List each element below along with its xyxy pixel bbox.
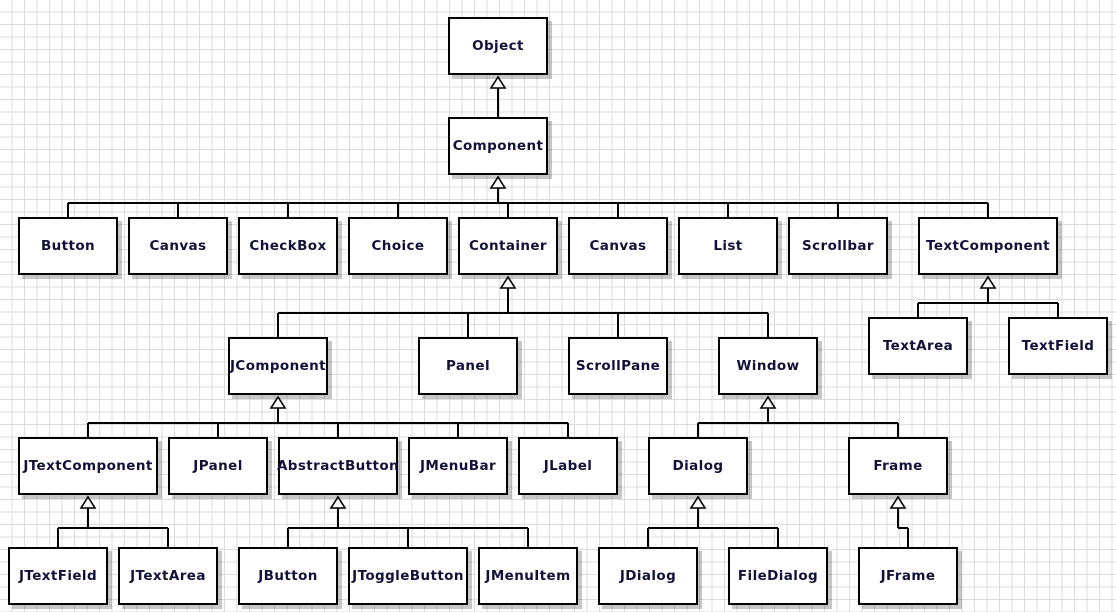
- class-box-label: JLabel: [543, 458, 593, 474]
- generalization-arrow-object: [489, 75, 507, 89]
- class-box-label: Panel: [445, 358, 491, 374]
- class-box-list[interactable]: List: [678, 217, 778, 275]
- class-box-abstractbutton[interactable]: AbstractButton: [276, 437, 400, 495]
- inheritance-edge-layer: [57, 75, 1059, 547]
- class-box-textfield[interactable]: TextField: [1008, 317, 1108, 375]
- generalization-arrow-frame: [889, 495, 907, 509]
- class-box-jtextarea[interactable]: JTextArea: [118, 547, 218, 605]
- class-box-label: JTextComponent: [23, 458, 153, 474]
- class-box-label: JPanel: [193, 458, 243, 474]
- uml-diagram-canvas: Object Component Button Canvas CheckBox Choic…: [0, 0, 1116, 612]
- class-box-button[interactable]: Button: [18, 217, 118, 275]
- generalization-arrow-dialog: [689, 495, 707, 509]
- class-box-label: Window: [736, 358, 800, 374]
- generalization-arrow-window: [759, 395, 777, 409]
- class-box-label: List: [713, 238, 743, 254]
- class-box-jtextcomponent[interactable]: JTextComponent: [18, 437, 158, 495]
- class-box-jtogglebutton[interactable]: JToggleButton: [348, 547, 468, 605]
- class-box-textarea[interactable]: TextArea: [868, 317, 968, 375]
- class-box-label: Object: [472, 38, 524, 54]
- class-box-jmenuitem[interactable]: JMenuItem: [478, 547, 578, 605]
- class-box-label: JDialog: [619, 568, 677, 584]
- class-box-window[interactable]: Window: [718, 337, 818, 395]
- class-box-label: JTextField: [18, 568, 98, 584]
- class-box-jframe[interactable]: JFrame: [858, 547, 958, 605]
- class-box-label: JTextArea: [130, 568, 206, 584]
- class-box-label: JButton: [258, 568, 318, 584]
- class-box-jcomponent[interactable]: JComponent: [228, 337, 328, 395]
- class-box-label: Container: [468, 238, 547, 254]
- generalization-arrow-textcomponent: [979, 275, 997, 289]
- class-box-canvas2[interactable]: Canvas: [568, 217, 668, 275]
- class-box-jtextfield[interactable]: JTextField: [8, 547, 108, 605]
- class-box-scrollpane[interactable]: ScrollPane: [568, 337, 668, 395]
- class-box-jdialog[interactable]: JDialog: [598, 547, 698, 605]
- class-box-label: Canvas: [589, 238, 647, 254]
- class-box-label: JToggleButton: [352, 568, 464, 584]
- class-box-label: AbstractButton: [276, 458, 400, 474]
- class-box-label: Frame: [873, 458, 923, 474]
- class-box-scrollbar[interactable]: Scrollbar: [788, 217, 888, 275]
- class-box-label: FileDialog: [737, 568, 819, 584]
- class-box-jmenubar[interactable]: JMenuBar: [408, 437, 508, 495]
- class-box-label: TextField: [1021, 338, 1095, 354]
- class-box-label: Scrollbar: [802, 238, 874, 254]
- class-box-label: Dialog: [672, 458, 724, 474]
- class-box-label: JFrame: [880, 568, 936, 584]
- class-box-label: JMenuBar: [419, 458, 497, 474]
- generalization-arrow-jcomponent: [269, 395, 287, 409]
- class-box-frame[interactable]: Frame: [848, 437, 948, 495]
- class-box-container[interactable]: Container: [458, 217, 558, 275]
- class-box-label: JComponent: [229, 358, 327, 374]
- class-box-label: Canvas: [149, 238, 207, 254]
- class-box-label: ScrollPane: [575, 358, 661, 374]
- class-box-label: TextComponent: [926, 238, 1050, 254]
- class-box-jlabel[interactable]: JLabel: [518, 437, 618, 495]
- class-box-checkbox[interactable]: CheckBox: [238, 217, 338, 275]
- class-box-label: JMenuItem: [485, 568, 571, 584]
- class-box-choice[interactable]: Choice: [348, 217, 448, 275]
- generalization-arrow-abstractbutton: [329, 495, 347, 509]
- class-box-object[interactable]: Object: [448, 17, 548, 75]
- class-box-component[interactable]: Component: [448, 117, 548, 175]
- generalization-arrow-component: [489, 175, 507, 189]
- class-box-jpanel[interactable]: JPanel: [168, 437, 268, 495]
- class-box-label: CheckBox: [249, 238, 327, 254]
- generalization-arrow-container: [499, 275, 517, 289]
- class-box-dialog[interactable]: Dialog: [648, 437, 748, 495]
- class-box-canvas1[interactable]: Canvas: [128, 217, 228, 275]
- class-box-label: Button: [40, 238, 96, 254]
- class-box-panel[interactable]: Panel: [418, 337, 518, 395]
- class-box-filedialog[interactable]: FileDialog: [728, 547, 828, 605]
- class-box-jbutton[interactable]: JButton: [238, 547, 338, 605]
- generalization-arrow-jtextcomponent: [79, 495, 97, 509]
- class-box-label: Choice: [371, 238, 425, 254]
- class-box-label: TextArea: [882, 338, 954, 354]
- class-box-textcomponent[interactable]: TextComponent: [918, 217, 1058, 275]
- class-box-label: Component: [452, 138, 544, 154]
